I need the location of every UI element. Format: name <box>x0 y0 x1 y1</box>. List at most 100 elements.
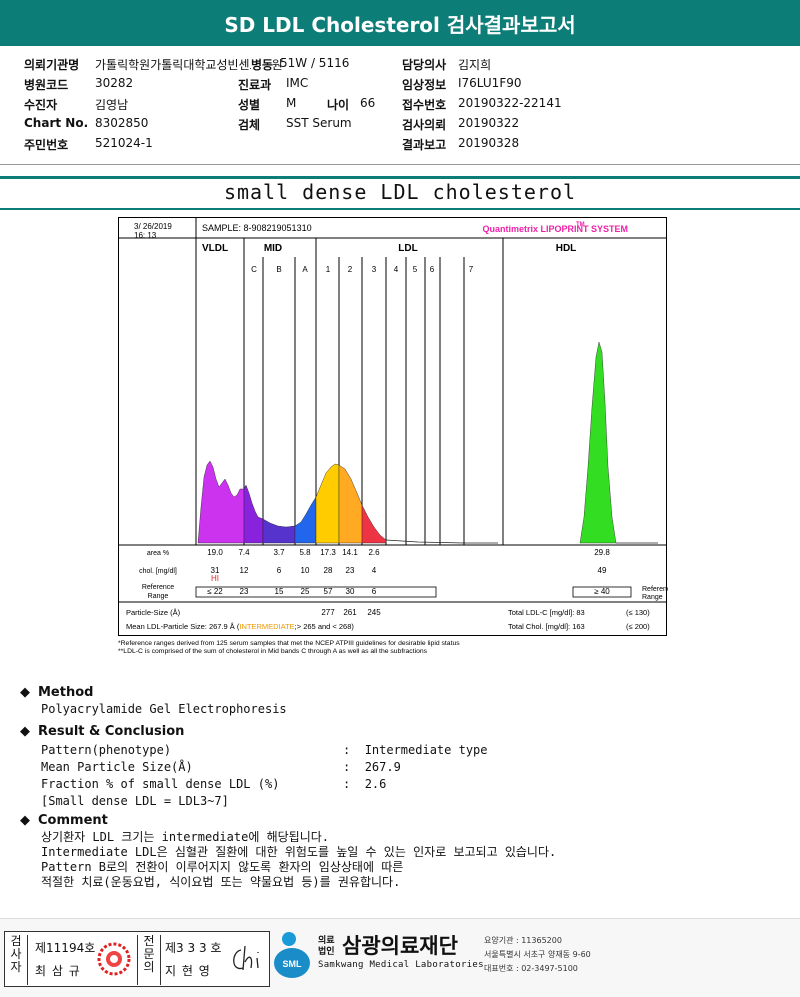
field-label: 나이 <box>327 98 350 112</box>
result-value-text: Intermediate type <box>364 743 488 757</box>
signer-name: 최 삼 규 <box>35 964 81 978</box>
org-address: 서울특별시 서초구 양재동 9-60 <box>484 950 591 959</box>
table-cell: 30 <box>346 587 355 596</box>
table-cell: 17.3 <box>320 548 336 557</box>
patient-info: 의뢰기관명 가톨릭학원가톨릭대학교성빈센트병원 병동 51W / 5116 담당… <box>0 54 800 154</box>
comment-head: Comment <box>38 813 108 828</box>
result-row: Fraction % of small dense LDL (%): 2.6 <box>41 776 760 793</box>
chart-title: Quantimetrix LIPOPRINT SYSTEM <box>482 224 628 234</box>
result-label: Mean Particle Size(Å) <box>41 760 193 774</box>
field-label: 성별 <box>238 98 261 112</box>
group-label: HDL <box>556 243 577 254</box>
table-cell: 2.6 <box>368 548 380 557</box>
mean-size: Mean LDL-Particle Size: 267.9 Å (INTERME… <box>126 622 354 631</box>
result-value-text: 2.6 <box>364 777 387 791</box>
comment-section: ◆ Comment 상기환자 LDL 크기는 intermediate에 해당됩니… <box>20 813 780 890</box>
mean-size-range: ;> 265 and < 268) <box>295 622 355 631</box>
table-cell: 19.0 <box>207 548 223 557</box>
group-label: VLDL <box>202 243 228 254</box>
table-cell: 57 <box>324 587 333 596</box>
diamond-icon: ◆ <box>20 724 30 739</box>
sml-logo-icon: SML <box>274 932 310 978</box>
divider <box>0 164 800 165</box>
method-head: Method <box>38 685 94 700</box>
band-label: 4 <box>394 265 399 274</box>
row-label: area % <box>147 550 169 557</box>
band-label: 3 <box>372 265 377 274</box>
total-ref: (≤ 200) <box>626 622 650 631</box>
row-label: Range <box>148 593 169 600</box>
table-cell: 28 <box>324 566 333 575</box>
chart-title-text: Quantimetrix LIPOPRINT SYSTEM <box>482 224 628 234</box>
group-label: LDL <box>398 243 417 254</box>
method-text: Polyacrylamide Gel Electrophoresis <box>41 702 287 716</box>
result-row: Pattern(phenotype) : Intermediate type <box>41 742 760 759</box>
comment-line: 적절한 치료(운동요법, 식이요법 또는 약물요법 등)를 권유합니다. <box>41 875 401 889</box>
field-label: 병동 <box>251 56 274 73</box>
band-label: 7 <box>469 265 474 274</box>
organization: SML 의료법인 삼광의료재단 Samkwang Medical Laborat… <box>272 930 792 986</box>
result-label: Pattern(phenotype) <box>41 743 172 757</box>
field-label: 진료과 <box>238 78 272 92</box>
org-code: 요양기관 : 11365200 <box>484 936 562 945</box>
result-head: Result & Conclusion <box>38 724 185 739</box>
signer-name: 지 현 영 <box>165 964 211 978</box>
footnote: **LDL-C is comprised of the sum of chole… <box>118 648 428 655</box>
org-name: 삼광의료재단 <box>342 934 458 958</box>
ref-header: Reference <box>642 586 668 593</box>
diamond-icon: ◆ <box>20 813 30 828</box>
field-value: 30282 <box>95 76 134 90</box>
row-label: Reference <box>142 584 174 591</box>
logo-text: SML <box>283 959 303 969</box>
org-name-en: Samkwang Medical Laboratories <box>318 960 484 970</box>
result-value: : 267.9 <box>343 760 401 774</box>
field-value: 8302850 <box>95 116 149 130</box>
field-label: 접수번호 <box>402 98 447 112</box>
field-value: M <box>286 96 297 110</box>
table-cell: 25 <box>301 587 310 596</box>
table-cell: 12 <box>240 566 249 575</box>
field-label: 결과보고 <box>402 138 447 152</box>
field-value: 김영남 <box>95 98 129 112</box>
result-note: [Small dense LDL = LDL3~7] <box>41 794 229 808</box>
result-value: : Intermediate type <box>343 743 488 757</box>
field-label: 검사의뢰 <box>402 118 447 132</box>
band-label: 5 <box>413 265 418 274</box>
ref-header: Range <box>642 594 663 601</box>
comment-line: 상기환자 LDL 크기는 intermediate에 해당됩니다. <box>41 830 330 844</box>
field-label: 의뢰기관명 <box>24 58 80 72</box>
total-ref: (≤ 130) <box>626 608 650 617</box>
chart-trademark: TM <box>576 222 585 228</box>
chart-date: 3/ 26/2019 <box>134 222 172 231</box>
field-value: 20190322 <box>458 116 520 130</box>
field-label: 주민번호 <box>24 138 69 152</box>
row-label: chol. [mg/dl] <box>139 568 177 575</box>
mean-size-category: INTERMEDIATE <box>239 622 294 631</box>
band-label: 6 <box>430 265 435 274</box>
lipoprint-chart: 3/ 26/2019 16: 13 SAMPLE: 8-908219051310… <box>118 217 668 655</box>
particle-size: 245 <box>367 608 381 617</box>
table-cell: 7.4 <box>238 548 250 557</box>
method-section: ◆ Method Polyacrylamide Gel Electrophores… <box>20 685 287 716</box>
diamond-icon: ◆ <box>20 685 30 700</box>
field-value: IMC <box>286 76 309 90</box>
table-cell: 3.7 <box>273 548 285 557</box>
particle-size-label: Particle-Size (Å) <box>126 608 181 617</box>
field-label: 담당의사 <box>402 58 447 72</box>
signature-box: 검사자 제11194호 최 삼 규 전문의 제3 3 3 호 지 현 영 <box>4 931 270 987</box>
particle-size: 261 <box>343 608 357 617</box>
band-label: B <box>276 265 281 274</box>
field-value: 20190322-22141 <box>458 96 562 110</box>
table-cell: ≤ 22 <box>207 587 223 596</box>
field-label: Chart No. <box>24 116 89 130</box>
result-value: : 2.6 <box>343 777 387 791</box>
band-label: 1 <box>326 265 331 274</box>
field-value: 521024-1 <box>95 136 153 150</box>
group-label: MID <box>264 243 282 254</box>
field-label: 임상정보 <box>402 78 447 92</box>
band-label: A <box>302 265 308 274</box>
signer-license: 제11194호 <box>35 941 96 955</box>
field-label: 수진자 <box>24 98 58 112</box>
table-cell: 29.8 <box>594 548 610 557</box>
table-cell: 49 <box>598 566 607 575</box>
